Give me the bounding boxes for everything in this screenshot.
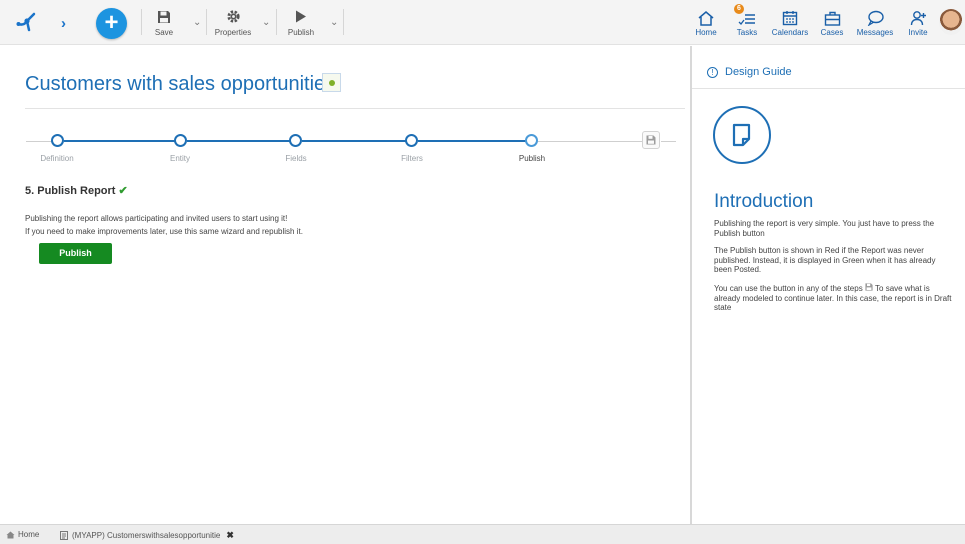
design-guide-header[interactable]: ! Design Guide xyxy=(707,66,792,78)
wizard-line xyxy=(418,140,526,142)
checkmark-icon: ✔ xyxy=(118,185,128,197)
toolbar-divider xyxy=(343,9,344,35)
page-title: Customers with sales opportunities xyxy=(25,73,336,95)
nav-invite[interactable]: Invite xyxy=(906,6,930,37)
publish-report-description: Publishing the report allows participati… xyxy=(25,212,303,238)
status-dot-icon xyxy=(328,79,335,86)
main-panel: Customers with sales opportunities Defin… xyxy=(0,46,690,524)
nav-calendars-label: Calendars xyxy=(771,28,809,37)
toolbar-divider xyxy=(276,9,277,35)
info-icon: ! xyxy=(707,66,718,78)
wizard-step-definition-node[interactable] xyxy=(51,134,64,147)
wizard-line-tail xyxy=(661,141,676,142)
design-guide-title: Design Guide xyxy=(725,66,792,78)
gear-icon xyxy=(213,8,253,25)
home-icon xyxy=(6,531,15,538)
properties-dropdown-chevron-icon[interactable]: ⌄ xyxy=(262,17,270,28)
chat-icon xyxy=(855,6,895,26)
nav-messages-label: Messages xyxy=(856,28,894,37)
nav-messages[interactable]: Messages xyxy=(855,6,895,37)
top-toolbar: › + Save ⌄ Properties ⌄ Publish ⌄ Home 6 xyxy=(0,0,965,45)
tasks-badge: 6 xyxy=(734,4,744,14)
wizard-step-entity-node[interactable] xyxy=(174,134,187,147)
document-icon xyxy=(713,106,771,164)
guide-paragraph-2: The Publish button is shown in Red if th… xyxy=(714,246,936,274)
wizard-step-filters-node[interactable] xyxy=(405,134,418,147)
close-tab-icon[interactable]: ✖ xyxy=(226,530,234,541)
bottom-tab-bar: Home (MYAPP) Customerswithsalesopportuni… xyxy=(0,524,965,544)
publish-toolbar-label: Publish xyxy=(287,28,315,37)
wizard-line-start xyxy=(26,141,53,142)
wizard-step-publish-node[interactable] xyxy=(525,134,538,147)
wizard-step-definition-label[interactable]: Definition xyxy=(27,154,87,163)
publish-report-heading: 5. Publish Report ✔ xyxy=(25,184,128,197)
nav-cases[interactable]: Cases xyxy=(820,6,844,37)
toolbar-divider xyxy=(141,9,142,35)
guide-paragraph-3-start: You can use the button in any of the ste… xyxy=(714,284,863,293)
title-divider xyxy=(25,108,685,109)
wizard-line xyxy=(302,140,408,142)
publish-dropdown-chevron-icon[interactable]: ⌄ xyxy=(330,17,338,28)
briefcase-icon xyxy=(820,6,844,26)
nav-calendars[interactable]: Calendars xyxy=(770,6,810,37)
wizard-step-filters-label[interactable]: Filters xyxy=(382,154,442,163)
report-icon xyxy=(60,531,68,540)
nav-invite-label: Invite xyxy=(908,28,928,37)
publish-description-line-1: Publishing the report allows participati… xyxy=(25,214,288,223)
expand-menu-chevron-icon[interactable]: › xyxy=(61,15,66,32)
user-avatar[interactable] xyxy=(939,9,963,35)
publish-report-heading-text: 5. Publish Report xyxy=(25,185,116,197)
properties-button[interactable]: Properties xyxy=(213,8,253,37)
wizard-line-end xyxy=(538,141,642,142)
save-dropdown-chevron-icon[interactable]: ⌄ xyxy=(193,17,201,28)
wizard-line xyxy=(64,140,177,142)
status-indicator xyxy=(322,73,341,92)
calendar-icon xyxy=(770,6,810,26)
nav-cases-label: Cases xyxy=(820,28,844,37)
nav-home[interactable]: Home xyxy=(693,6,719,37)
publish-description-line-2: If you need to make improvements later, … xyxy=(25,227,303,236)
save-icon xyxy=(865,283,873,291)
design-guide-divider xyxy=(692,88,965,89)
wizard-step-fields-node[interactable] xyxy=(289,134,302,147)
toolbar-divider xyxy=(206,9,207,35)
home-icon xyxy=(693,6,719,26)
wizard-step-publish-label[interactable]: Publish xyxy=(502,154,562,163)
save-button[interactable]: Save xyxy=(153,8,175,37)
guide-paragraph-3: You can use the button in any of the ste… xyxy=(714,283,954,313)
tab-report-label: (MYAPP) Customerswithsalesopportunitie xyxy=(72,531,221,540)
publish-toolbar-button[interactable]: Publish xyxy=(286,8,316,37)
guide-paragraph-1: Publishing the report is very simple. Yo… xyxy=(714,219,935,238)
wizard-step-fields-label[interactable]: Fields xyxy=(266,154,326,163)
add-button[interactable]: + xyxy=(96,8,127,39)
tab-home[interactable]: Home xyxy=(6,530,39,539)
tasks-icon: 6 xyxy=(733,4,761,26)
invite-icon xyxy=(906,6,930,26)
play-icon xyxy=(286,8,316,25)
wizard-line xyxy=(187,140,292,142)
wizard-step-entity-label[interactable]: Entity xyxy=(150,154,210,163)
nav-home-label: Home xyxy=(695,28,717,37)
properties-label: Properties xyxy=(214,28,252,37)
design-guide-panel: ! Design Guide Introduction Publishing t… xyxy=(692,46,965,524)
save-icon xyxy=(646,135,656,145)
nav-tasks-label: Tasks xyxy=(736,28,758,37)
introduction-title: Introduction xyxy=(714,191,814,212)
tab-home-label: Home xyxy=(18,530,40,539)
save-icon xyxy=(153,8,175,25)
tab-report[interactable]: (MYAPP) Customerswithsalesopportunitie ✖ xyxy=(60,530,234,541)
app-logo-icon[interactable] xyxy=(16,12,38,32)
save-label: Save xyxy=(154,28,174,37)
publish-button[interactable]: Publish xyxy=(39,243,112,264)
save-draft-button[interactable] xyxy=(642,131,660,149)
nav-tasks[interactable]: 6 Tasks xyxy=(733,4,761,37)
